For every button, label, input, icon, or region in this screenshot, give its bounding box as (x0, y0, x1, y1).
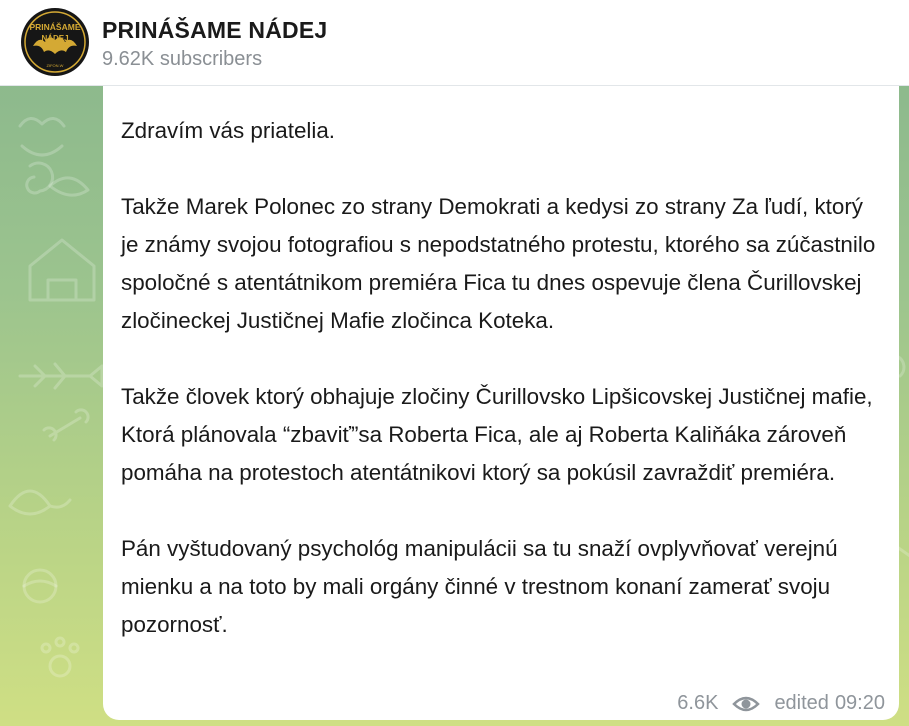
channel-title[interactable]: PRINÁŠAME NÁDEJ (102, 17, 327, 44)
svg-text:NÁDEJ: NÁDEJ (41, 34, 68, 43)
message-paragraph: Takže Marek Polonec zo strany Demokrati … (121, 194, 876, 333)
message-paragraph: Takže človek ktorý obhajuje zločiny Čuri… (121, 384, 873, 485)
subscriber-count: 9.62K subscribers (102, 48, 263, 70)
message-paragraph: Pán vyštudovaný psychológ manipulácii sa… (121, 536, 838, 637)
svg-text:PRINÁŠAME: PRINÁŠAME (29, 21, 80, 32)
message-meta: 6.6K edited 09:20 (677, 692, 885, 715)
svg-text:ZIFON.W: ZIFON.W (47, 63, 64, 68)
edited-label: edited (774, 692, 829, 714)
view-count: 6.6K (677, 692, 719, 714)
channel-header[interactable]: PRINÁŠAME NÁDEJ ZIFON.W PRINÁŠAME NÁDEJ … (0, 0, 909, 86)
avatar-logo-icon: PRINÁŠAME NÁDEJ ZIFON.W (22, 9, 88, 75)
channel-avatar[interactable]: PRINÁŠAME NÁDEJ ZIFON.W (21, 8, 89, 76)
message-text: Zdravím vás priatelia. Takže Marek Polon… (121, 112, 881, 644)
eye-icon (732, 696, 761, 711)
message-time: 09:20 (834, 692, 885, 714)
message-paragraph: Zdravím vás priatelia. (121, 118, 336, 143)
message-bubble[interactable]: Zdravím vás priatelia. Takže Marek Polon… (103, 86, 899, 720)
